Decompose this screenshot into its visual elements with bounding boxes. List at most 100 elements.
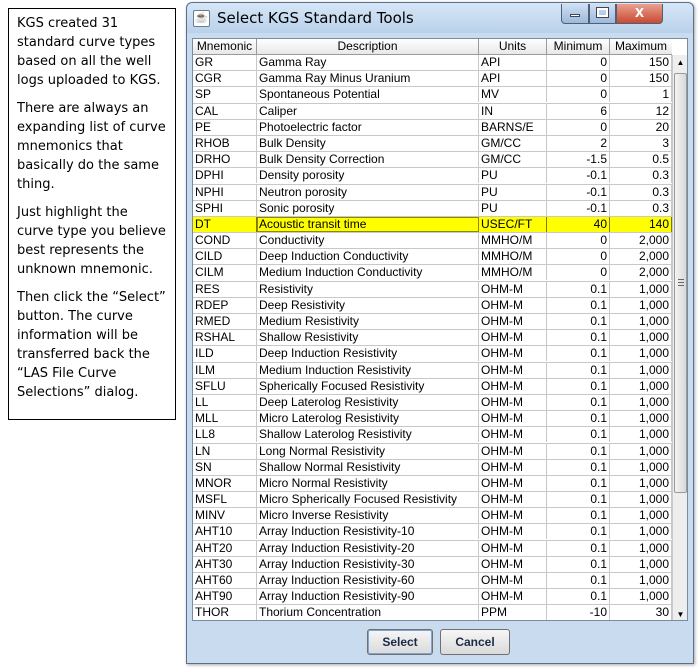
- cell-units: OHM-M: [479, 362, 547, 378]
- table-row[interactable]: RMED Medium Resistivity OHM-M 0.1 1,000: [193, 314, 672, 331]
- table-row[interactable]: SN Shallow Normal Resistivity OHM-M 0.1 1,00…: [193, 459, 672, 476]
- table-row[interactable]: PE Photoelectric factor BARNS/E 0 20: [193, 119, 672, 136]
- cell-mnemonic: LL: [193, 394, 257, 410]
- cell-maximum: 3: [610, 135, 672, 151]
- table-row[interactable]: LL8 Shallow Laterolog Resistivity OHM-M 0.1…: [193, 427, 672, 444]
- column-header-description[interactable]: Description: [257, 39, 479, 55]
- cell-units: OHM-M: [479, 459, 547, 475]
- table-row[interactable]: DPHI Density porosity PU -0.1 0.3: [193, 168, 672, 185]
- cell-units: OHM-M: [479, 427, 547, 443]
- instruction-note: KGS created 31 standard curve types base…: [8, 8, 176, 420]
- cancel-button[interactable]: Cancel: [440, 629, 510, 655]
- table-row[interactable]: RHOB Bulk Density GM/CC 2 3: [193, 135, 672, 153]
- column-header-units[interactable]: Units: [479, 39, 547, 55]
- cell-minimum: 40: [547, 216, 610, 232]
- select-button[interactable]: Select: [367, 629, 433, 655]
- cell-minimum: 0.1: [547, 297, 610, 313]
- table-body: GR Gamma Ray API 0 150 CGR Gamma Ray Minus Ura…: [193, 55, 672, 620]
- table-row[interactable]: MSFL Micro Spherically Focused Resistivit…: [193, 492, 672, 509]
- cell-units: OHM-M: [479, 492, 547, 508]
- table-row[interactable]: ILD Deep Induction Resistivity OHM-M 0.1 1,0…: [193, 346, 672, 363]
- cell-mnemonic: AHT10: [193, 524, 257, 540]
- table-row[interactable]: RES Resistivity OHM-M 0.1 1,000: [193, 281, 672, 298]
- table-row[interactable]: RDEP Deep Resistivity OHM-M 0.1 1,000: [193, 297, 672, 314]
- cell-description: Sonic porosity: [257, 200, 479, 216]
- table-row[interactable]: CILM Medium Induction Conductivity MMHO/M 0…: [193, 265, 672, 282]
- table-row-selected[interactable]: DT Acoustic transit time USEC/FT 40 140: [193, 216, 672, 234]
- minimize-icon: [570, 14, 580, 17]
- arrow-down-icon[interactable]: ▼: [673, 607, 687, 620]
- select-kgs-tools-dialog: ☕ Select KGS Standard Tools X Mnemonic D…: [186, 2, 694, 664]
- cell-maximum: 1,000: [610, 573, 672, 588]
- cell-units: OHM-M: [479, 475, 547, 491]
- column-header-mnemonic[interactable]: Mnemonic: [193, 39, 257, 55]
- table-row[interactable]: AHT10 Array Induction Resistivity-10 OHM-M…: [193, 524, 672, 541]
- table-row[interactable]: AHT90 Array Induction Resistivity-90 OHM-M…: [193, 589, 672, 606]
- cell-units: OHM-M: [479, 314, 547, 329]
- cell-maximum: 1,000: [610, 378, 672, 394]
- table-row[interactable]: LN Long Normal Resistivity OHM-M 0.1 1,000: [193, 443, 672, 460]
- arrow-up-icon[interactable]: ▲: [673, 55, 687, 70]
- table-row[interactable]: SPHI Sonic porosity PU -0.1 0.3: [193, 200, 672, 217]
- title-bar[interactable]: ☕ Select KGS Standard Tools X: [187, 3, 693, 33]
- table-row[interactable]: AHT60 Array Induction Resistivity-60 OHM-M…: [193, 573, 672, 590]
- cell-maximum: 1,000: [610, 556, 672, 572]
- cell-description: Micro Normal Resistivity: [257, 475, 479, 491]
- cell-description: Array Induction Resistivity-30: [257, 556, 479, 572]
- cell-mnemonic: RHOB: [193, 135, 257, 151]
- cell-minimum: -0.1: [547, 200, 610, 216]
- table-row[interactable]: SFLU Spherically Focused Resistivity OHM-M…: [193, 378, 672, 395]
- minimize-button[interactable]: [561, 4, 589, 24]
- cell-minimum: 0.1: [547, 459, 610, 475]
- cell-description: Caliper: [257, 103, 479, 119]
- cell-units: PU: [479, 168, 547, 184]
- table-row[interactable]: CGR Gamma Ray Minus Uranium API 0 150: [193, 71, 672, 88]
- table-row[interactable]: LL Deep Laterolog Resistivity OHM-M 0.1 1,00…: [193, 394, 672, 412]
- table-row[interactable]: ILM Medium Induction Resistivity OHM-M 0.1 1…: [193, 362, 672, 379]
- cell-minimum: 0.1: [547, 346, 610, 362]
- cell-maximum: 20: [610, 119, 672, 135]
- cell-units: PU: [479, 184, 547, 200]
- table-row[interactable]: COND Conductivity MMHO/M 0 2,000: [193, 233, 672, 250]
- maximize-button[interactable]: [589, 4, 616, 24]
- cell-mnemonic: ILM: [193, 362, 257, 378]
- close-button[interactable]: X: [616, 4, 663, 24]
- table-row[interactable]: MNOR Micro Normal Resistivity OHM-M 0.1 1,00…: [193, 475, 672, 493]
- table-row[interactable]: AHT20 Array Induction Resistivity-20 OHM-M…: [193, 540, 672, 557]
- table-row[interactable]: CILD Deep Induction Conductivity MMHO/M 0 2,…: [193, 249, 672, 266]
- table-row[interactable]: MLL Micro Laterolog Resistivity OHM-M 0.1 1,…: [193, 411, 672, 428]
- table-header: Mnemonic Description Units Minimum Maxim…: [193, 39, 672, 55]
- cell-description: Medium Induction Conductivity: [257, 265, 479, 281]
- scrollbar-thumb[interactable]: [674, 73, 687, 493]
- cell-minimum: 0.1: [547, 411, 610, 427]
- table-row[interactable]: MINV Micro Inverse Resistivity OHM-M 0.1 1,0…: [193, 508, 672, 525]
- table-row[interactable]: DRHO Bulk Density Correction GM/CC -1.5 0.5: [193, 152, 672, 169]
- cell-description: Shallow Laterolog Resistivity: [257, 427, 479, 443]
- cell-description: Deep Induction Resistivity: [257, 346, 479, 362]
- table-row[interactable]: AHT30 Array Induction Resistivity-30 OHM-M…: [193, 556, 672, 573]
- cell-description: Photoelectric factor: [257, 119, 479, 135]
- java-coffee-icon[interactable]: ☕: [193, 10, 210, 27]
- cell-units: OHM-M: [479, 589, 547, 605]
- table-row[interactable]: NPHI Neutron porosity PU -0.1 0.3: [193, 184, 672, 201]
- column-header-minimum[interactable]: Minimum: [547, 39, 610, 55]
- table-row[interactable]: SP Spontaneous Potential MV 0 1: [193, 87, 672, 104]
- cell-mnemonic: RES: [193, 281, 257, 297]
- table-row[interactable]: THOR Thorium Concentration PPM -10 30: [193, 605, 672, 620]
- table-row[interactable]: RSHAL Shallow Resistivity OHM-M 0.1 1,000: [193, 330, 672, 347]
- vertical-scrollbar[interactable]: ▲ ▼: [672, 55, 687, 620]
- cell-minimum: 0.1: [547, 314, 610, 329]
- table-row[interactable]: CAL Caliper IN 6 12: [193, 103, 672, 120]
- cell-units: OHM-M: [479, 556, 547, 572]
- cell-minimum: 0.1: [547, 330, 610, 346]
- tools-table: Mnemonic Description Units Minimum Maxim…: [192, 38, 688, 621]
- cell-description: Acoustic transit time: [257, 216, 479, 232]
- cell-mnemonic: DPHI: [193, 168, 257, 184]
- cell-mnemonic: MNOR: [193, 475, 257, 491]
- table-row[interactable]: GR Gamma Ray API 0 150: [193, 55, 672, 72]
- column-header-maximum[interactable]: Maximum: [610, 39, 672, 55]
- cell-minimum: 0.1: [547, 492, 610, 508]
- cell-mnemonic: SFLU: [193, 378, 257, 394]
- cell-units: OHM-M: [479, 524, 547, 540]
- cell-units: OHM-M: [479, 378, 547, 394]
